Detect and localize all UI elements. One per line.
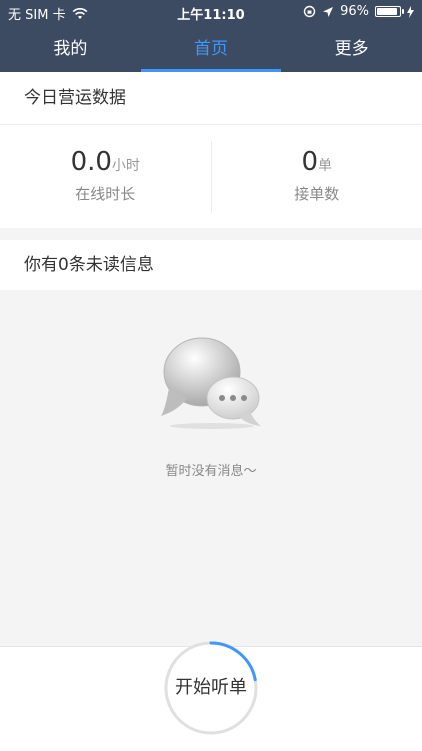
tab-mine[interactable]: 我的 [0,30,141,72]
ops-card: 今日营运数据 0.0小时 在线时长 0单 接单数 [0,72,422,228]
order-count-label: 接单数 [212,183,422,204]
start-listening-button[interactable]: 开始听单 [163,640,259,736]
online-duration-unit: 小时 [112,158,140,174]
battery-icon [375,6,401,17]
rotation-lock-icon [303,5,316,18]
stat-value-wrap: 0单 [212,147,422,177]
status-right: 96% [303,4,414,19]
unread-messages-header[interactable]: 你有0条未读信息 [0,240,422,290]
tab-more[interactable]: 更多 [281,30,422,72]
app-header: 无 SIM 卡 上午11:10 96% 我的 首页 更多 [0,0,422,72]
tab-home[interactable]: 首页 [141,30,282,72]
empty-messages-area: 暂时没有消息～ [0,290,422,646]
order-count-unit: 单 [318,158,332,174]
status-bar: 无 SIM 卡 上午11:10 96% [0,0,422,24]
start-listening-label: 开始听单 [163,640,259,736]
battery-percent: 96% [340,4,369,19]
stat-value-wrap: 0.0小时 [0,147,211,177]
tab-bar: 我的 首页 更多 [0,30,422,72]
online-duration-value: 0.0 [71,147,112,177]
order-count-value: 0 [301,147,318,177]
online-duration-label: 在线时长 [0,183,211,204]
ops-stats: 0.0小时 在线时长 0单 接单数 [0,125,422,229]
chat-bubbles-icon [157,330,267,430]
empty-messages-text: 暂时没有消息～ [0,460,422,479]
online-duration-stat: 0.0小时 在线时长 [0,125,211,229]
ops-title: 今日营运数据 [0,72,422,125]
charging-icon [407,6,414,18]
order-count-stat: 0单 接单数 [212,125,422,229]
location-icon [322,6,334,18]
